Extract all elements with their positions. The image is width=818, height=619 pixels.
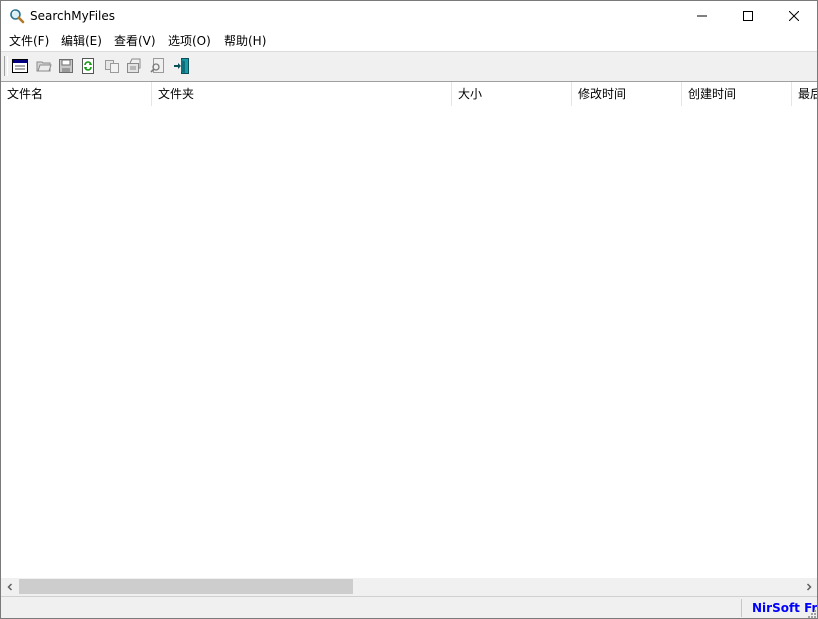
main-window: SearchMyFiles 文件(F) 编辑(E) 查看(V) 选项(O) 帮助… xyxy=(0,0,818,619)
save-button[interactable] xyxy=(55,55,77,77)
refresh-button[interactable] xyxy=(77,55,99,77)
save-icon xyxy=(59,59,73,73)
properties-icon xyxy=(127,58,141,73)
find-icon xyxy=(150,58,164,73)
scroll-right-button[interactable] xyxy=(800,578,817,595)
column-header-filename[interactable]: 文件名 xyxy=(1,82,152,106)
maximize-icon xyxy=(743,11,753,21)
minimize-icon xyxy=(697,15,707,17)
open-folder-button[interactable] xyxy=(33,55,55,77)
scroll-thumb[interactable] xyxy=(19,579,353,594)
minimize-button[interactable] xyxy=(679,1,725,31)
status-bar: NirSoft Freeware xyxy=(1,596,817,618)
find-button[interactable] xyxy=(147,55,169,77)
app-magnifier-icon xyxy=(10,9,25,24)
column-header-accessed[interactable]: 最后访问时间 xyxy=(792,82,817,106)
properties-button[interactable] xyxy=(123,55,145,77)
size-grip-icon[interactable] xyxy=(806,608,816,618)
toolbar-grip[interactable] xyxy=(4,56,8,76)
results-list[interactable]: 文件名 文件夹 大小 修改时间 创建时间 最后访问时间 xyxy=(1,81,817,579)
close-button[interactable] xyxy=(771,1,817,31)
column-header-created[interactable]: 创建时间 xyxy=(682,82,792,106)
column-header-folder[interactable]: 文件夹 xyxy=(152,82,452,106)
menu-file[interactable]: 文件(F) xyxy=(3,31,55,51)
copy-button[interactable] xyxy=(101,55,123,77)
scroll-left-button[interactable] xyxy=(1,578,18,595)
search-options-icon xyxy=(12,59,28,73)
exit-button[interactable] xyxy=(171,55,193,77)
menu-bar: 文件(F) 编辑(E) 查看(V) 选项(O) 帮助(H) xyxy=(1,31,817,51)
maximize-button[interactable] xyxy=(725,1,771,31)
menu-options[interactable]: 选项(O) xyxy=(162,31,217,51)
toolbar xyxy=(1,51,817,80)
search-options-button[interactable] xyxy=(9,55,31,77)
horizontal-scrollbar[interactable] xyxy=(1,578,817,595)
copy-icon xyxy=(105,60,119,73)
list-header: 文件名 文件夹 大小 修改时间 创建时间 最后访问时间 xyxy=(1,82,817,106)
window-title: SearchMyFiles xyxy=(30,9,116,23)
menu-edit[interactable]: 编辑(E) xyxy=(55,31,108,51)
close-icon xyxy=(789,11,799,21)
column-header-modified[interactable]: 修改时间 xyxy=(572,82,682,106)
chevron-left-icon xyxy=(6,582,12,591)
menu-help[interactable]: 帮助(H) xyxy=(218,31,272,51)
column-header-size[interactable]: 大小 xyxy=(452,82,572,106)
exit-icon xyxy=(174,58,189,74)
open-folder-icon xyxy=(36,61,52,72)
menu-view[interactable]: 查看(V) xyxy=(108,31,162,51)
refresh-icon xyxy=(82,58,94,74)
chevron-right-icon xyxy=(806,582,812,591)
status-text xyxy=(1,599,742,617)
title-bar[interactable]: SearchMyFiles xyxy=(1,1,817,31)
